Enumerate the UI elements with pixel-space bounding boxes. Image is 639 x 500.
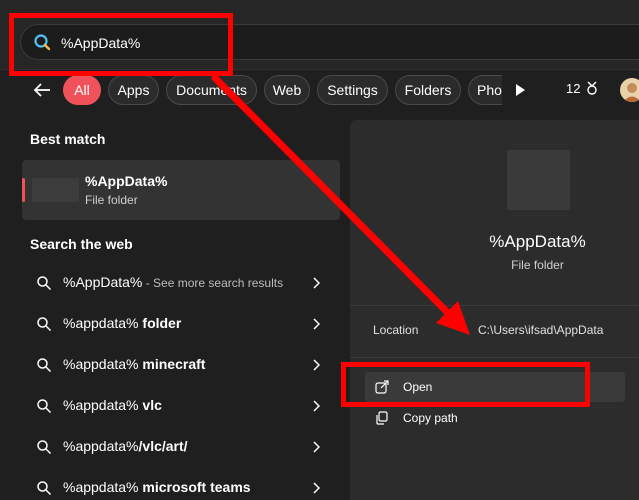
location-label: Location: [373, 323, 419, 337]
web-result-row[interactable]: %appdata% minecraft: [22, 345, 340, 385]
folder-preview-thumbnail: [507, 150, 570, 210]
search-icon: [34, 34, 51, 51]
web-result-prefix: %appdata%: [63, 397, 143, 413]
selection-indicator: [22, 178, 25, 202]
web-result-prefix: %appdata%: [63, 479, 143, 495]
web-result-bold: minecraft: [142, 356, 206, 372]
best-match-result[interactable]: %AppData% File folder: [22, 160, 340, 220]
filter-bar: All Apps Documents Web Settings Folders …: [0, 70, 639, 110]
web-result-prefix: %appdata%: [63, 438, 139, 454]
filter-chip-settings[interactable]: Settings: [317, 75, 388, 105]
folder-thumbnail: [32, 178, 79, 202]
best-match-heading: Best match: [30, 131, 106, 147]
chevron-right-icon: [313, 318, 320, 330]
copy-path-label: Copy path: [403, 411, 458, 425]
web-result-text: %appdata% microsoft teams: [63, 479, 251, 495]
avatar[interactable]: [620, 78, 639, 102]
open-external-icon: [375, 380, 389, 394]
points-count: 12: [566, 80, 581, 96]
divider: [350, 305, 639, 306]
rewards-points[interactable]: 12: [566, 80, 600, 96]
search-icon: [37, 317, 52, 332]
web-result-row[interactable]: %appdata%/vlc/art/: [22, 427, 340, 467]
web-result-query: %AppData%: [63, 274, 143, 290]
web-result-text: %appdata% minecraft: [63, 356, 205, 372]
search-bar-area: [0, 0, 639, 70]
location-value: C:\Users\ifsad\AppData: [478, 323, 604, 337]
chevron-right-icon: [313, 400, 320, 412]
web-result-row[interactable]: %appdata% folder: [22, 304, 340, 344]
web-result-prefix: %appdata%: [63, 315, 143, 331]
filter-chip-documents[interactable]: Documents: [166, 75, 257, 105]
web-result-text: %appdata% folder: [63, 315, 181, 331]
chevron-right-icon: [313, 277, 320, 289]
web-result-row[interactable]: %appdata% vlc: [22, 386, 340, 426]
search-icon: [37, 358, 52, 373]
copy-icon: [376, 411, 388, 425]
copy-path-button[interactable]: Copy path: [365, 403, 625, 433]
trophy-icon: [587, 81, 598, 95]
web-result-bold: vlc: [142, 397, 162, 413]
search-icon: [37, 276, 52, 291]
filter-chip-all[interactable]: All: [63, 75, 101, 105]
web-result-row[interactable]: %appdata% microsoft teams: [22, 468, 340, 500]
web-result-bold: folder: [142, 315, 182, 331]
web-result-bold: microsoft teams: [142, 479, 251, 495]
web-result-text: %appdata%/vlc/art/: [63, 438, 188, 454]
filter-chip-photos[interactable]: Pho: [468, 75, 502, 105]
back-arrow-icon[interactable]: [30, 78, 54, 102]
open-label: Open: [403, 380, 433, 394]
web-result-text: %AppData% - See more search results: [63, 274, 283, 290]
filter-chip-apps[interactable]: Apps: [108, 75, 159, 105]
chevron-right-icon: [313, 359, 320, 371]
best-match-type: File folder: [85, 193, 138, 207]
web-result-subtext: - See more search results: [142, 276, 284, 290]
filter-chip-folders[interactable]: Folders: [395, 75, 461, 105]
user-avatar-icon: [623, 83, 639, 102]
search-icon: [37, 399, 52, 414]
play-icon[interactable]: [513, 82, 527, 98]
chevron-right-icon: [313, 482, 320, 494]
search-box[interactable]: [20, 24, 639, 60]
search-web-heading: Search the web: [30, 236, 133, 252]
filter-chip-web[interactable]: Web: [264, 75, 310, 105]
web-result-prefix: %appdata%: [63, 356, 143, 372]
web-result-row[interactable]: %AppData% - See more search results: [22, 263, 340, 303]
search-input[interactable]: [61, 31, 461, 55]
preview-subtitle: File folder: [511, 258, 564, 272]
search-icon: [37, 481, 52, 496]
search-icon: [37, 440, 52, 455]
preview-panel: %AppData% File folder Location C:\Users\…: [350, 120, 639, 500]
web-result-bold: /vlc/art/: [138, 438, 188, 454]
open-button[interactable]: Open: [365, 372, 625, 402]
web-result-text: %appdata% vlc: [63, 397, 162, 413]
divider: [350, 357, 639, 358]
preview-title: %AppData%: [489, 232, 586, 251]
chevron-right-icon: [313, 441, 320, 453]
best-match-name: %AppData%: [85, 173, 168, 189]
